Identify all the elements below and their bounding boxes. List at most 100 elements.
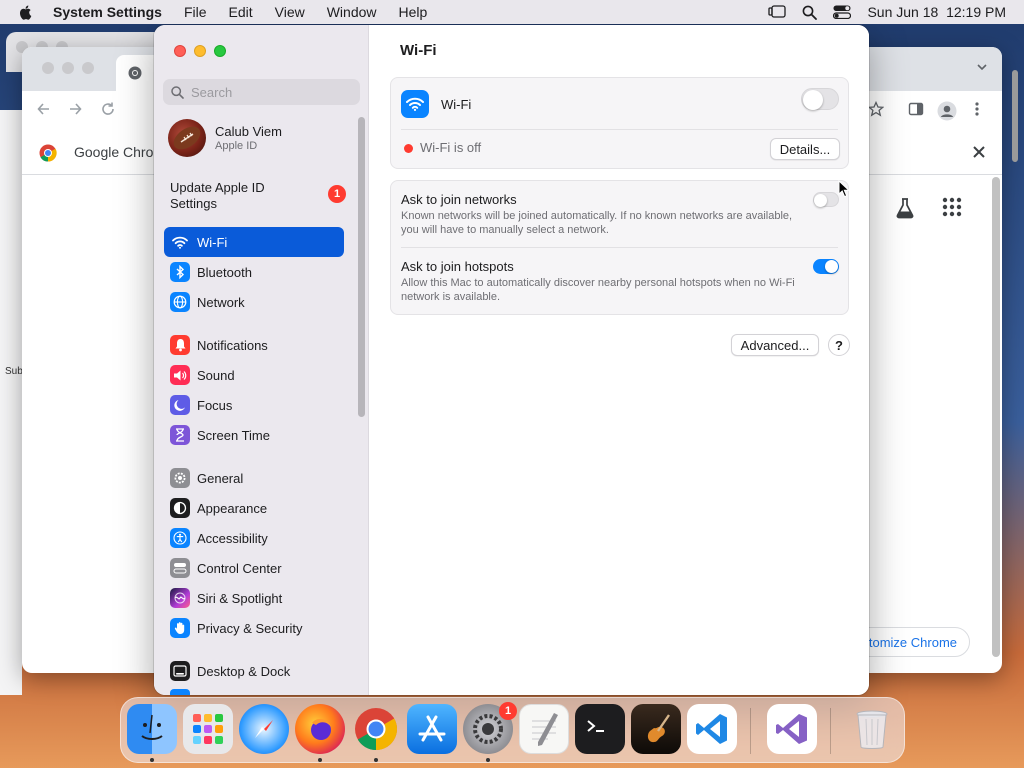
sidebar-item-privacy-security[interactable]: Privacy & Security xyxy=(164,613,344,643)
page-title: Wi-Fi xyxy=(400,42,437,59)
textedit-icon[interactable] xyxy=(519,704,569,754)
sidebar-item-wifi[interactable]: Wi-Fi xyxy=(164,227,344,257)
ask-hotspots-toggle[interactable] xyxy=(813,259,839,274)
sidebar-item-label: Siri & Spotlight xyxy=(197,590,283,606)
menubar-clock[interactable]: Sun Jun 18 12:19 PM xyxy=(867,4,1006,20)
chrome-app-icon[interactable] xyxy=(351,704,401,754)
wifi-toggle[interactable] xyxy=(801,88,839,110)
sidebar-item-screen-time[interactable]: Screen Time xyxy=(164,420,344,450)
update-badge: 1 xyxy=(328,185,346,203)
spotlight-search-icon[interactable] xyxy=(802,5,818,20)
settings-dock-badge: 1 xyxy=(499,702,517,720)
sidebar-item-appearance[interactable]: Appearance xyxy=(164,493,344,523)
edit-menu[interactable]: Edit xyxy=(229,4,253,20)
chevron-down-icon[interactable] xyxy=(976,61,988,73)
bookmark-star-icon[interactable] xyxy=(868,101,884,117)
back-icon[interactable] xyxy=(36,101,52,117)
vscode-icon[interactable] xyxy=(687,704,737,754)
settings-sidebar: Calub Viem Apple ID Update Apple ID Sett… xyxy=(154,25,369,695)
next-sidebar-item-partial xyxy=(170,689,190,695)
zoom-window-button[interactable] xyxy=(214,45,226,57)
reload-icon[interactable] xyxy=(100,101,116,117)
terminal-icon[interactable] xyxy=(575,704,625,754)
advanced-button[interactable]: Advanced... xyxy=(731,334,819,356)
avatar xyxy=(168,119,206,157)
close-window-button[interactable] xyxy=(174,45,186,57)
sidebar-item-label: General xyxy=(197,470,244,486)
stage-manager-icon[interactable] xyxy=(768,5,787,19)
finder-running-dot xyxy=(150,758,154,762)
launchpad-icon[interactable] xyxy=(183,704,233,754)
moon-icon xyxy=(170,395,190,415)
update-label-line2: Settings xyxy=(170,196,217,211)
sidebar-item-label: Privacy & Security xyxy=(197,620,303,636)
firefox-icon[interactable] xyxy=(295,704,345,754)
sidebar-item-label: Network xyxy=(197,294,245,310)
sidebar-item-focus[interactable]: Focus xyxy=(164,390,344,420)
dock-separator xyxy=(750,708,751,754)
safari-icon[interactable] xyxy=(239,704,289,754)
apple-menu-icon[interactable] xyxy=(18,4,34,20)
sidebar-item-general[interactable]: General xyxy=(164,463,344,493)
sidebar-item-label: Focus xyxy=(197,397,233,413)
finder-icon[interactable] xyxy=(127,704,177,754)
search-field[interactable] xyxy=(163,79,360,105)
ask-networks-title: Ask to join networks xyxy=(401,192,517,207)
ask-hotspots-description: Allow this Mac to automatically discover… xyxy=(401,277,795,303)
chrome-scrollbar[interactable] xyxy=(992,177,1000,657)
join-options-card: Ask to join networks Known networks will… xyxy=(390,180,849,315)
visual-studio-icon[interactable] xyxy=(767,704,817,754)
ask-networks-toggle[interactable] xyxy=(813,192,839,207)
help-button[interactable]: ? xyxy=(828,334,850,356)
garageband-icon[interactable] xyxy=(631,704,681,754)
app-menu[interactable]: System Settings xyxy=(53,4,162,20)
sidebar-item-accessibility[interactable]: Accessibility xyxy=(164,523,344,553)
more-menu-icon[interactable] xyxy=(974,101,980,117)
globe-icon xyxy=(170,292,190,312)
sidebar-item-label: Screen Time xyxy=(197,427,270,443)
profile-icon[interactable] xyxy=(937,101,957,121)
apple-id-account[interactable]: Calub Viem Apple ID xyxy=(168,118,348,158)
sidebar-item-label: Appearance xyxy=(197,500,268,516)
football-avatar-icon xyxy=(173,126,201,150)
help-menu[interactable]: Help xyxy=(399,4,428,20)
minimize-window-button[interactable] xyxy=(194,45,206,57)
file-menu[interactable]: File xyxy=(184,4,207,20)
sidebar-item-notifications[interactable]: Notifications xyxy=(164,330,344,360)
menu-bar: System Settings File Edit View Window He… xyxy=(0,0,1024,24)
wifi-icon xyxy=(170,232,190,252)
sidebar-item-label: Desktop & Dock xyxy=(197,663,291,679)
forward-icon[interactable] xyxy=(67,101,83,117)
sidebar-item-sound[interactable]: Sound xyxy=(164,360,344,390)
hand-icon xyxy=(170,618,190,638)
sidebar-item-network[interactable]: Network xyxy=(164,287,344,317)
view-menu[interactable]: View xyxy=(275,4,305,20)
appearance-icon xyxy=(170,498,190,518)
accessibility-icon xyxy=(170,528,190,548)
trash-icon[interactable] xyxy=(847,704,897,754)
window-menu[interactable]: Window xyxy=(327,4,377,20)
sidebar-item-desktop-dock[interactable]: Desktop & Dock xyxy=(164,656,344,686)
google-apps-icon[interactable] xyxy=(942,197,962,217)
side-panel-icon[interactable] xyxy=(908,101,924,117)
chrome-labs-icon[interactable] xyxy=(894,197,916,219)
close-icon[interactable] xyxy=(972,145,986,159)
sidebar-item-label: Control Center xyxy=(197,560,282,576)
account-name: Calub Viem xyxy=(215,124,282,139)
wifi-label: Wi-Fi xyxy=(441,97,472,112)
sidebar-item-bluetooth[interactable]: Bluetooth xyxy=(164,257,344,287)
sidebar-item-control-center[interactable]: Control Center xyxy=(164,553,344,583)
customize-chrome-button[interactable]: tomize Chrome xyxy=(852,627,970,657)
control-center-icon[interactable] xyxy=(833,5,852,19)
sidebar-scrollbar[interactable] xyxy=(358,117,365,417)
update-apple-id-settings[interactable]: Update Apple ID Settings 1 xyxy=(170,180,350,212)
sidebar-item-siri-spotlight[interactable]: Siri & Spotlight xyxy=(164,583,344,613)
details-button[interactable]: Details... xyxy=(770,138,840,160)
background-window-edge: Sub xyxy=(0,110,23,695)
background-scrollbar[interactable] xyxy=(1012,70,1018,162)
search-input[interactable] xyxy=(191,84,351,100)
divider xyxy=(401,129,838,130)
app-store-icon[interactable] xyxy=(407,704,457,754)
wifi-icon xyxy=(401,90,429,118)
dock: 1 xyxy=(120,697,905,763)
